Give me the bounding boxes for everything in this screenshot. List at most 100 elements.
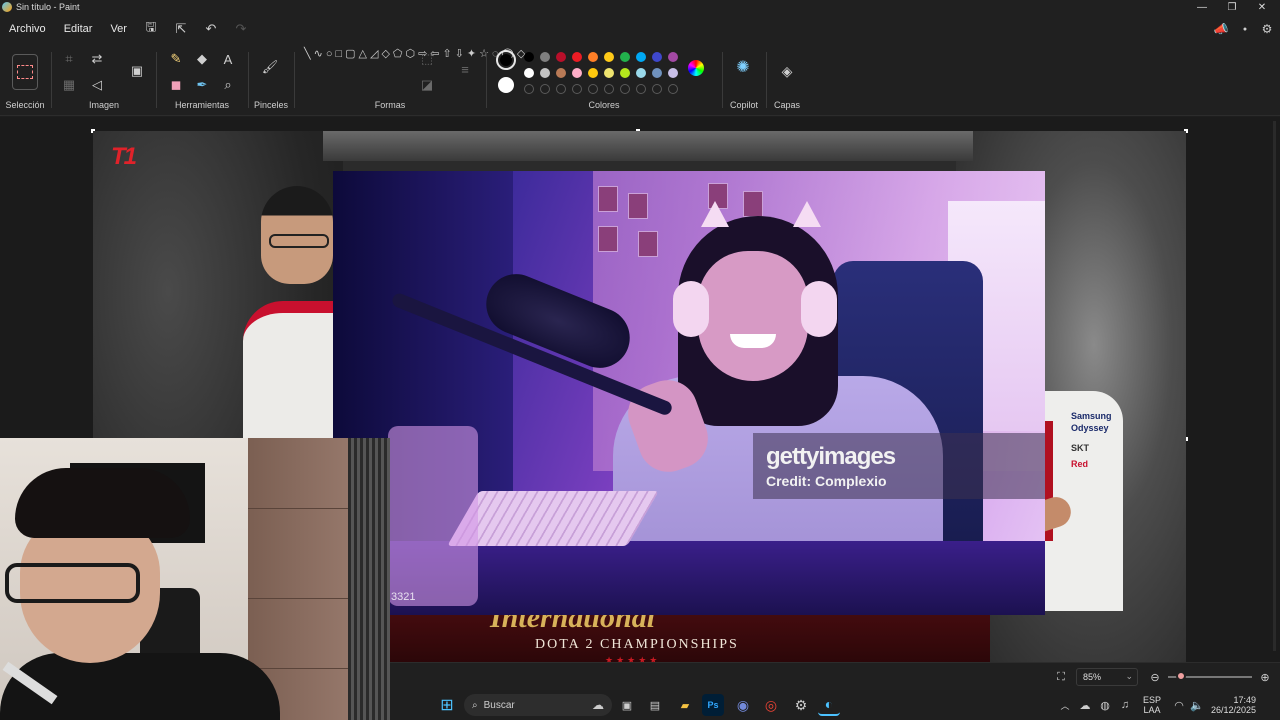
language-indicator[interactable]: ESP LAA — [1140, 695, 1164, 715]
color-swatch[interactable] — [588, 68, 598, 78]
image-creator-icon[interactable]: ▣ — [126, 60, 148, 82]
crop-icon[interactable]: ⌗ — [58, 48, 80, 70]
custom-color-slot[interactable] — [556, 84, 566, 94]
custom-color-slot[interactable] — [620, 84, 630, 94]
menu-editar[interactable]: Editar — [55, 23, 102, 35]
custom-color-slot[interactable] — [540, 84, 550, 94]
outline-icon[interactable]: ⬚ — [416, 48, 438, 70]
color-swatch[interactable] — [668, 52, 678, 62]
menu-ver[interactable]: Ver — [101, 23, 136, 35]
close-button[interactable]: ✕ — [1246, 0, 1278, 14]
ribbon-divider — [486, 52, 487, 108]
color-swatch[interactable] — [524, 68, 534, 78]
color-swatch[interactable] — [636, 68, 646, 78]
webcam-curtain — [348, 438, 390, 720]
app-icon[interactable]: ▤ — [644, 694, 666, 716]
magnifier-icon[interactable]: ⌕ — [217, 74, 239, 96]
save-icon[interactable]: 🖫 — [136, 14, 166, 44]
brush-icon[interactable]: 🖌 — [259, 56, 281, 78]
fit-to-window-icon[interactable]: ⛶ — [1050, 666, 1072, 688]
shape-size-icon[interactable]: ≡ — [454, 58, 476, 80]
color-swatch[interactable] — [668, 68, 678, 78]
color-swatch[interactable] — [652, 68, 662, 78]
selection-tool-button[interactable] — [12, 54, 38, 90]
title-bar: Sin título - Paint — ❐ ✕ — [0, 0, 1280, 14]
t1-logo: T1 — [111, 143, 137, 170]
discord-icon[interactable]: ◉ — [732, 694, 754, 716]
pencil-icon[interactable]: ✎ — [165, 48, 187, 70]
photoshop-icon[interactable]: Ps — [702, 694, 724, 716]
color-swatch[interactable] — [572, 52, 582, 62]
color-picker-icon[interactable]: ✒ — [191, 74, 213, 96]
color-swatch[interactable] — [556, 68, 566, 78]
megaphone-icon[interactable]: 📣 — [1210, 14, 1232, 44]
color-swatch[interactable] — [540, 68, 550, 78]
settings-icon[interactable]: ⚙ — [1256, 14, 1278, 44]
microphone-icon[interactable]: ♫ — [1114, 694, 1136, 716]
minimize-button[interactable]: — — [1186, 0, 1218, 14]
zoom-out-icon[interactable]: ⊖ — [1144, 666, 1166, 688]
custom-color-slot[interactable] — [588, 84, 598, 94]
colors-group-label: Colores — [588, 100, 620, 110]
app-icon[interactable]: ⚙ — [790, 694, 812, 716]
resize-icon[interactable]: ⇄ — [86, 48, 108, 70]
volume-icon[interactable]: 🔈 — [1186, 694, 1208, 716]
shapes-gallery[interactable]: ╲∿○□▢△◿◇⬠⬡⇨⇦⇧⇩✦☆◌◯◇ — [304, 48, 525, 61]
secondary-color-swatch[interactable] — [498, 77, 514, 93]
jersey-sponsor: Samsung — [1071, 411, 1112, 421]
vertical-scrollbar[interactable] — [1273, 121, 1276, 651]
redo-icon[interactable]: ↷ — [226, 14, 256, 44]
color-swatch[interactable] — [524, 52, 534, 62]
color-swatch[interactable] — [636, 52, 646, 62]
fill-shape-icon[interactable]: ◪ — [416, 74, 438, 96]
undo-icon[interactable]: ↶ — [196, 14, 226, 44]
zoom-in-icon[interactable]: ⊕ — [1254, 666, 1276, 688]
copilot-icon[interactable]: ✺ — [732, 56, 754, 78]
eraser-icon[interactable]: ◼ — [165, 74, 187, 96]
watermark-brand: gettyimages — [766, 443, 896, 470]
file-explorer-icon[interactable]: ▰ — [674, 694, 696, 716]
color-swatch[interactable] — [588, 52, 598, 62]
clock[interactable]: 17:49 26/12/2025 — [1206, 695, 1256, 715]
menu-archivo[interactable]: Archivo — [0, 23, 55, 35]
webcam-hair — [15, 468, 190, 538]
webcam-glasses — [5, 563, 140, 603]
photo-jar — [388, 426, 478, 606]
chrome-icon[interactable]: ◎ — [760, 694, 782, 716]
custom-color-slot[interactable] — [668, 84, 678, 94]
custom-color-slot[interactable] — [524, 84, 534, 94]
color-swatch[interactable] — [604, 68, 614, 78]
onedrive-icon[interactable]: ☁ — [1074, 694, 1096, 716]
rotate-icon[interactable]: ◁ — [86, 74, 108, 96]
paint-taskbar-icon[interactable]: ◐ — [818, 694, 840, 716]
tray-chevron-icon[interactable]: ︿ — [1054, 694, 1076, 716]
color-swatch[interactable] — [540, 52, 550, 62]
edit-colors-icon[interactable] — [688, 60, 704, 76]
fill-icon[interactable]: ◆ — [191, 48, 213, 70]
share-icon[interactable]: ⇱ — [166, 14, 196, 44]
zoom-dropdown[interactable]: 85% ⌄ — [1076, 668, 1138, 686]
pasted-stock-photo[interactable]: gettyimages Credit: Complexio 3321 — [333, 171, 1045, 615]
color-swatch[interactable] — [620, 52, 630, 62]
windows-start-icon[interactable]: ⊞ — [436, 694, 458, 716]
color-swatch[interactable] — [604, 52, 614, 62]
custom-color-slot[interactable] — [572, 84, 582, 94]
restore-button[interactable]: ❐ — [1216, 0, 1248, 14]
task-view-icon[interactable]: ▣ — [616, 694, 638, 716]
layers-icon[interactable]: ◈ — [776, 60, 798, 82]
color-swatch[interactable] — [620, 68, 630, 78]
custom-color-slot[interactable] — [604, 84, 614, 94]
color-swatch[interactable] — [572, 68, 582, 78]
network-status-icon[interactable]: ◍ — [1094, 694, 1116, 716]
primary-color-swatch[interactable] — [496, 50, 516, 70]
custom-color-slot[interactable] — [636, 84, 646, 94]
account-icon[interactable]: ● — [1234, 14, 1256, 44]
color-swatch[interactable] — [652, 52, 662, 62]
keyboard-layout: LAA — [1143, 705, 1161, 715]
custom-color-slot[interactable] — [652, 84, 662, 94]
select-all-icon[interactable]: ▦ — [58, 74, 80, 96]
color-swatch[interactable] — [556, 52, 566, 62]
text-icon[interactable]: A — [217, 48, 239, 70]
zoom-slider-handle[interactable] — [1176, 671, 1186, 681]
taskbar-search[interactable]: ⌕ Buscar ☁ — [464, 694, 612, 716]
